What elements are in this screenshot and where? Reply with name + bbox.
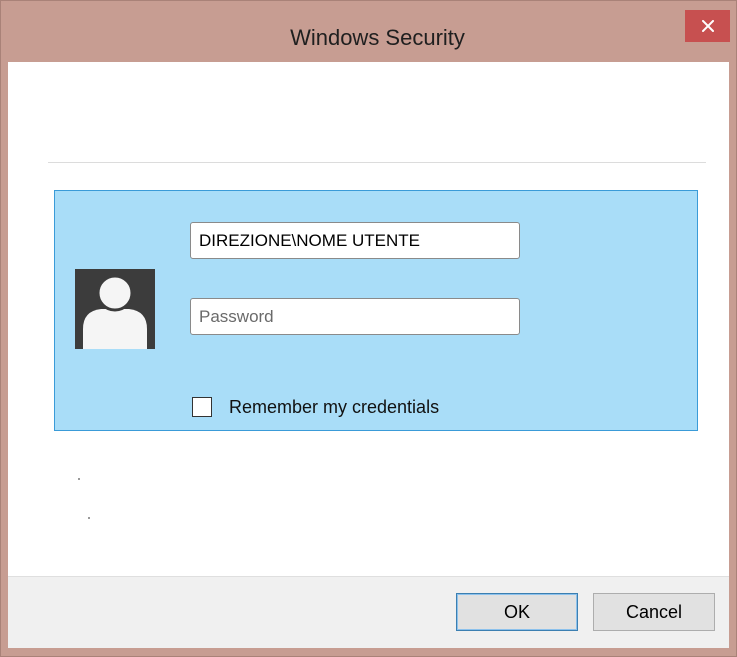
- remember-credentials-label: Remember my credentials: [229, 397, 440, 417]
- credential-panel: Remember my credentials: [54, 190, 698, 431]
- security-dialog: Windows Security Remember my credentials: [0, 0, 737, 657]
- close-icon: [701, 20, 714, 32]
- dialog-content: Remember my credentials: [8, 62, 729, 576]
- remember-checkbox[interactable]: [192, 397, 212, 417]
- cancel-button[interactable]: Cancel: [593, 593, 715, 631]
- user-avatar: [75, 269, 155, 349]
- separator: [48, 162, 706, 163]
- password-input[interactable]: [190, 298, 520, 335]
- remember-credentials-row[interactable]: Remember my credentials: [192, 395, 439, 419]
- window-title: Windows Security: [290, 25, 465, 50]
- username-input[interactable]: [190, 222, 520, 259]
- ok-button[interactable]: OK: [456, 593, 578, 631]
- user-icon: [83, 274, 147, 349]
- close-button[interactable]: [685, 10, 730, 42]
- stray-dot: [78, 478, 80, 480]
- stray-dot: [88, 517, 90, 519]
- dialog-footer: OK Cancel: [8, 576, 729, 648]
